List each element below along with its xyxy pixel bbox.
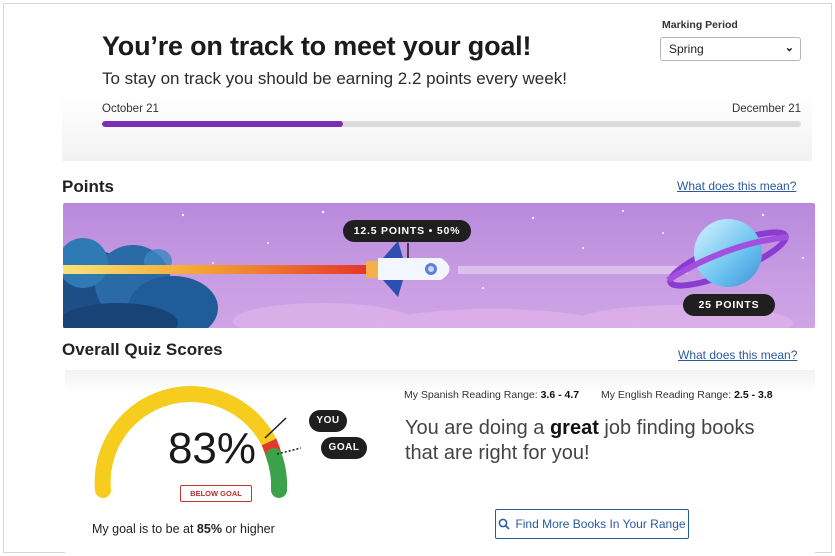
spanish-reading-range: My Spanish Reading Range: 3.6 - 4.7: [404, 389, 579, 401]
goal-statement-value: 85%: [196, 522, 222, 536]
goal-marker-tag: GOAL: [321, 437, 367, 459]
quiz-score-percent: 83%: [167, 424, 257, 473]
find-more-books-label: Find More Books In Your Range: [515, 517, 686, 531]
points-help-link[interactable]: What does this mean?: [677, 179, 796, 193]
current-points-pill: 12.5 POINTS • 50%: [343, 220, 471, 242]
goal-progress-bar: [102, 121, 801, 127]
app-frame: You’re on track to meet your goal! To st…: [3, 3, 832, 556]
status-badge: BELOW GOAL: [180, 485, 252, 502]
you-marker-tag: YOU: [309, 410, 347, 432]
quiz-score-gauge: 83% BELOW GOAL YOU GOAL: [91, 378, 367, 508]
praise-prefix: You are doing a: [405, 417, 550, 439]
quiz-scores-card: 83% BELOW GOAL YOU GOAL My goal is to be…: [65, 370, 815, 556]
quiz-scores-heading: Overall Quiz Scores: [62, 340, 223, 359]
spanish-range-label: My Spanish Reading Range:: [404, 389, 541, 401]
quiz-help-link[interactable]: What does this mean?: [678, 348, 797, 362]
points-heading: Points: [62, 177, 114, 196]
goal-points-pill: 25 POINTS: [683, 294, 775, 316]
find-more-books-button[interactable]: Find More Books In Your Range: [495, 509, 689, 539]
goal-subtitle: To stay on track you should be earning 2…: [102, 69, 567, 88]
marking-period-label: Marking Period: [662, 19, 738, 31]
english-range-label: My English Reading Range:: [601, 389, 735, 401]
goal-card: You’re on track to meet your goal! To st…: [62, 9, 812, 161]
goal-statement: My goal is to be at 85% or higher: [92, 522, 275, 536]
search-icon: [499, 518, 511, 530]
planet-icon: [666, 219, 789, 289]
english-reading-range: My English Reading Range: 2.5 - 3.8: [601, 389, 773, 401]
spanish-range-value: 3.6 - 4.7: [540, 389, 580, 401]
start-date: October 21: [102, 103, 159, 115]
cloud-illustration: [63, 238, 218, 328]
praise-message: You are doing a great job finding books …: [405, 416, 785, 466]
goal-title: You’re on track to meet your goal!: [102, 31, 532, 61]
marking-period-value: Spring: [669, 42, 704, 56]
chevron-down-icon: ⌄: [784, 42, 794, 54]
praise-emphasis: great: [549, 417, 599, 439]
english-range-value: 2.5 - 3.8: [734, 389, 773, 401]
goal-progress-fill: [102, 121, 344, 127]
goal-statement-prefix: My goal is to be at: [92, 522, 197, 536]
goal-statement-suffix: or higher: [221, 522, 275, 536]
end-date: December 21: [731, 103, 801, 115]
points-rocket-banner: 12.5 POINTS • 50% 25 POINTS: [63, 203, 815, 328]
marking-period-select[interactable]: Spring ⌄: [660, 37, 801, 61]
